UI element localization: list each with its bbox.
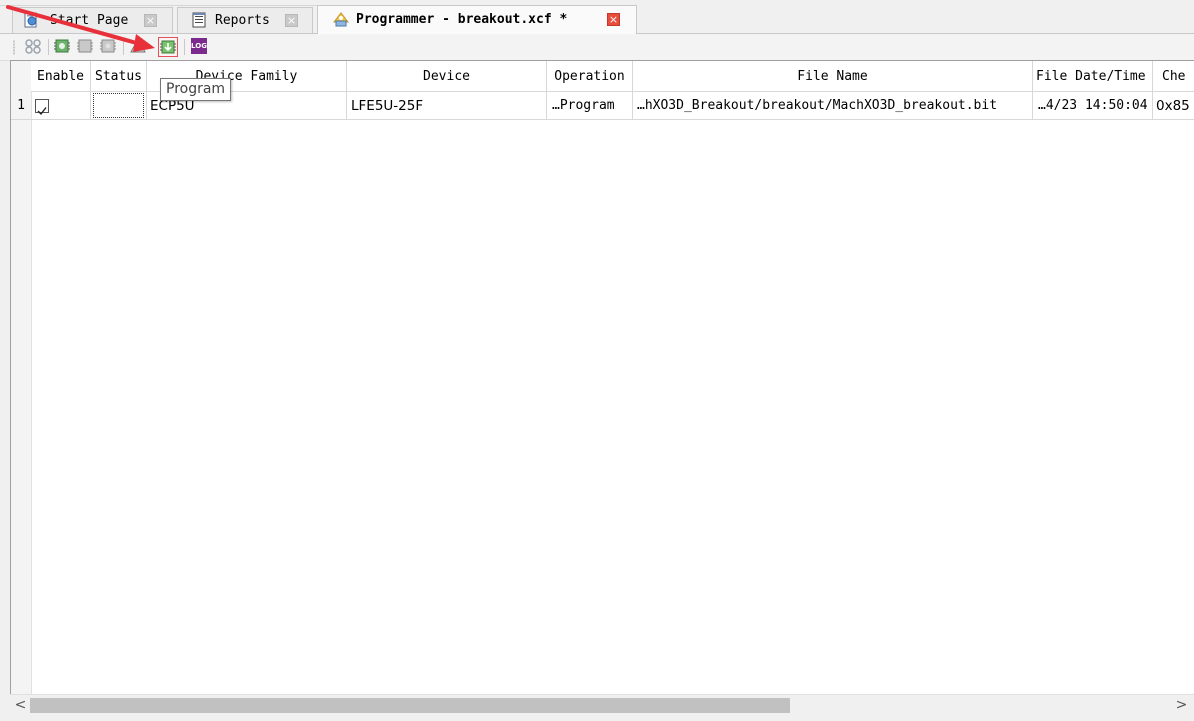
tab-start-page-label: Start Page [50,13,129,28]
toolbar-separator [123,39,124,55]
row-header-column [11,61,32,695]
column-header-device[interactable]: Device [347,61,547,92]
column-header-operation[interactable]: Operation [547,61,633,92]
column-header-status[interactable]: Status [91,61,147,92]
tab-programmer-label: Programmer - breakout.xcf * [356,12,568,27]
column-header-file-date-time[interactable]: File Date/Time [1033,61,1153,92]
device-cell[interactable]: LFE5U-25F [347,92,547,120]
program-tooltip: Program [160,78,232,101]
log-button[interactable]: LOG [190,37,210,57]
log-icon-text: LOG [191,42,207,50]
tab-start-page[interactable]: Start Page × [12,7,173,33]
column-header-checksum[interactable]: Che [1153,61,1194,92]
settings-icon [100,39,116,53]
erase-icon [130,37,146,53]
detect-icon [54,39,70,53]
checkmark-icon [37,107,47,116]
reports-icon [192,12,206,28]
scroll-left-arrow-icon[interactable]: < [12,697,29,714]
toolbar-grip[interactable] [13,40,15,55]
toolbar-separator [48,39,49,55]
column-header-file-name[interactable]: File Name [633,61,1033,92]
enable-cell[interactable] [31,92,91,120]
tab-reports-label: Reports [215,13,270,28]
operation-cell[interactable]: …Program [547,92,633,120]
programmer-toolbar: LOG [0,34,1194,61]
enable-checkbox[interactable] [35,99,49,116]
start-page-icon [24,12,37,28]
tab-programmer-close-icon[interactable]: × [607,13,620,26]
edit-device-button[interactable] [76,37,96,57]
tab-reports[interactable]: Reports × [177,7,313,33]
device-grid: Enable Status Device Family Device Opera… [10,60,1194,695]
log-icon: LOG [191,38,207,54]
erase-button[interactable] [129,37,149,57]
toolbar-separator [184,39,185,55]
checksum-cell[interactable]: 0x85 [1153,92,1194,120]
scan-icon [25,39,41,54]
tab-start-page-close-icon[interactable]: × [144,14,157,27]
tab-programmer[interactable]: Programmer - breakout.xcf * × [317,5,637,34]
detect-cable-button[interactable] [53,37,73,57]
status-focus-box [93,93,144,118]
file-name-cell[interactable]: …hXO3D_Breakout/breakout/MachXO3D_breako… [633,92,1033,120]
tab-reports-close-icon[interactable]: × [285,14,298,27]
row-number: 1 [11,92,31,120]
scrollbar-thumb[interactable] [30,698,790,713]
file-date-time-cell[interactable]: …4/23 14:50:04 [1033,92,1153,120]
edit-icon [77,39,93,53]
program-button[interactable] [158,37,178,57]
horizontal-scrollbar[interactable]: < > [10,694,1194,716]
program-icon [160,40,176,54]
document-tab-bar: Start Page × Reports × Programmer - brea… [0,0,1194,34]
scan-button[interactable] [24,37,44,57]
column-header-enable[interactable]: Enable [31,61,91,92]
status-cell[interactable] [91,92,147,120]
scroll-right-arrow-icon[interactable]: > [1173,697,1190,714]
device-settings-button[interactable] [99,37,119,57]
programmer-icon [332,12,350,27]
